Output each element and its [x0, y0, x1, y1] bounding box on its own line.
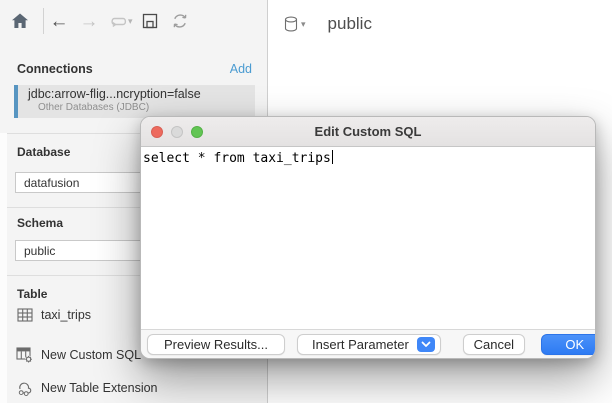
cancel-label: Cancel [474, 337, 514, 352]
pane-edge-strip [0, 133, 7, 403]
database-cylinder-icon[interactable] [284, 16, 298, 33]
connections-header: Connections Add [17, 62, 252, 76]
back-arrow-icon: ← [50, 12, 69, 31]
add-connection-link[interactable]: Add [230, 62, 252, 76]
new-custom-sql-label: New Custom SQL [41, 348, 141, 362]
home-button[interactable] [9, 10, 31, 32]
new-custom-sql[interactable]: New Custom SQL [16, 346, 141, 363]
dropdown-caret-icon[interactable]: ▾ [128, 16, 133, 27]
ok-label: OK [565, 337, 584, 352]
database-caret-icon[interactable]: ▾ [301, 19, 306, 30]
connection-type: Other Databases (JDBC) [38, 102, 201, 113]
sql-text: select * from taxi_trips [143, 151, 331, 166]
refresh-icon [170, 11, 190, 31]
connection-item[interactable]: jdbc:arrow-flig...ncryption=false Other … [14, 85, 255, 118]
minimize-icon[interactable] [171, 126, 183, 138]
traffic-lights [151, 117, 203, 146]
dialog-title: Edit Custom SQL [315, 124, 422, 139]
new-table-extension[interactable]: New Table Extension [16, 379, 158, 396]
schema-header: ▾ public [284, 14, 372, 34]
cancel-button[interactable]: Cancel [463, 334, 525, 355]
table-item-label: taxi_trips [41, 308, 91, 322]
schema-label: Schema [17, 216, 63, 230]
back-button[interactable]: ← [44, 9, 74, 33]
forward-button[interactable]: → [74, 9, 104, 33]
table-extension-icon [16, 379, 33, 396]
save-button[interactable] [135, 9, 165, 33]
redo-icon [108, 12, 130, 30]
dialog-titlebar[interactable]: Edit Custom SQL [141, 117, 595, 147]
table-label: Table [17, 287, 47, 301]
ok-button[interactable]: OK [541, 334, 596, 355]
database-label: Database [17, 145, 70, 159]
forward-arrow-icon: → [80, 12, 99, 31]
connections-title: Connections [17, 62, 93, 76]
save-icon [141, 12, 159, 30]
custom-sql-icon [16, 346, 33, 363]
database-value: datafusion [24, 176, 79, 190]
table-item-taxi-trips[interactable]: taxi_trips [16, 306, 91, 323]
schema-header-title: public [328, 14, 372, 34]
insert-parameter-menu-button[interactable] [417, 337, 435, 352]
close-icon[interactable] [151, 126, 163, 138]
table-grid-icon [16, 306, 33, 323]
connection-name: jdbc:arrow-flig...ncryption=false [28, 87, 201, 101]
edit-custom-sql-dialog: Edit Custom SQL select * from taxi_trips… [140, 116, 596, 359]
zoom-icon[interactable] [191, 126, 203, 138]
dialog-button-bar: Preview Results... Insert Parameter Canc… [141, 329, 595, 358]
home-icon [10, 11, 30, 31]
text-cursor [332, 150, 333, 164]
refresh-button[interactable] [165, 9, 195, 33]
connection-text: jdbc:arrow-flig...ncryption=false Other … [18, 85, 201, 118]
preview-results-button[interactable]: Preview Results... [147, 334, 285, 355]
insert-parameter-label: Insert Parameter [312, 337, 409, 352]
sql-editor[interactable]: select * from taxi_trips [141, 147, 595, 329]
new-table-extension-label: New Table Extension [41, 381, 158, 395]
toolbar: ← → ▾ [0, 6, 267, 36]
schema-value: public [24, 244, 55, 258]
chevron-down-icon [421, 341, 431, 348]
preview-results-label: Preview Results... [164, 337, 268, 352]
insert-parameter-button[interactable]: Insert Parameter [297, 334, 441, 355]
